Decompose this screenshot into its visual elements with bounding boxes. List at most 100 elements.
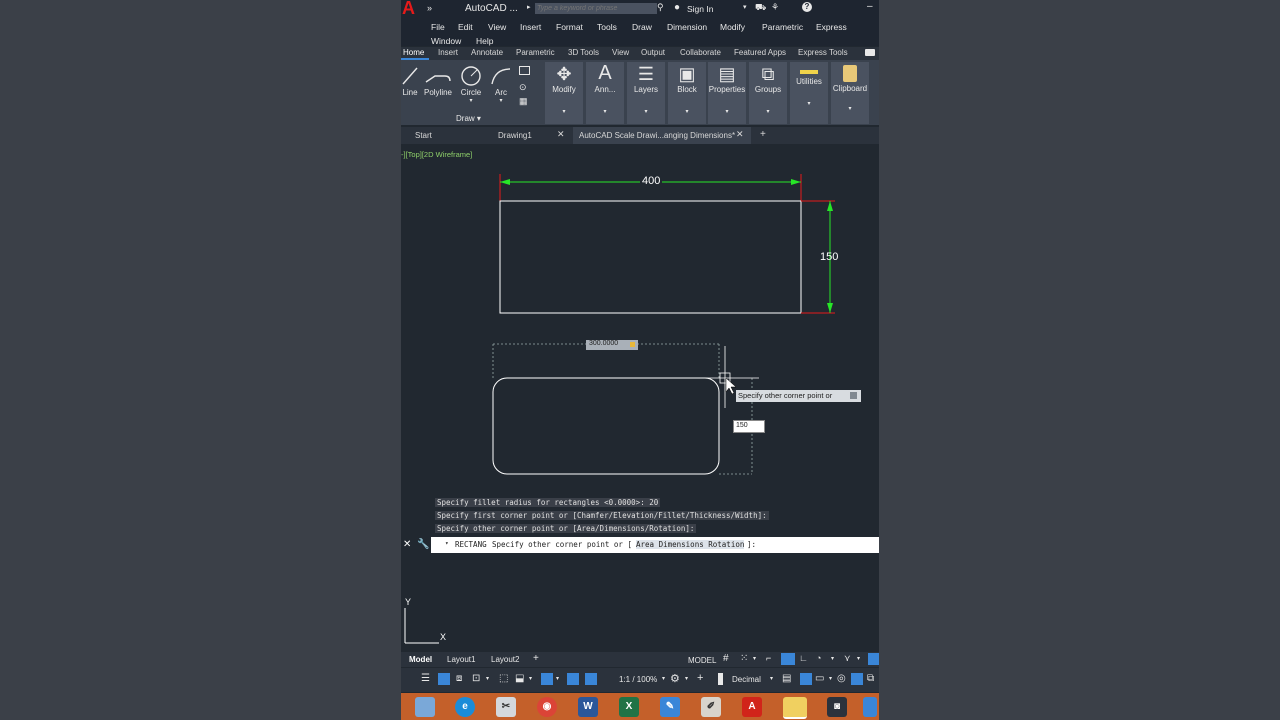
scale-dropdown-icon[interactable]: ▾ [662,675,665,682]
new-tab-icon[interactable]: + [760,129,766,140]
osnap-dropdown-icon[interactable]: ▾ [486,675,489,682]
snap-dropdown-icon[interactable]: ▾ [753,655,756,662]
tab-express-tools[interactable]: Express Tools [798,48,848,57]
excel-icon[interactable]: X [619,697,639,717]
grid-display-icon[interactable] [438,673,450,685]
close-command-line-icon[interactable]: ✕ [403,539,411,550]
polar-icon[interactable]: ◔ [816,653,821,663]
menu-view[interactable]: View [488,22,506,32]
dynamic-ucs-icon[interactable]: ⬚ [499,673,508,684]
isolate-dropdown-icon[interactable]: ▾ [829,675,832,682]
tab-collaborate[interactable]: Collaborate [680,48,721,57]
properties-panel[interactable]: ▤ Properties ▾ [708,62,746,124]
file-tab-start[interactable]: Start [415,131,432,140]
hardware-accel-icon[interactable]: ◎ [837,673,846,684]
line-tool[interactable]: Line [401,66,419,97]
minimize-icon[interactable]: – [867,1,873,12]
polyline-tool[interactable]: Polyline [423,66,453,97]
customization-icon[interactable]: ⧉ [867,673,874,684]
share-icon[interactable]: ⚘ [771,2,779,13]
rectangle-icon[interactable] [519,66,530,75]
command-line-input[interactable]: ▾ RECTANG Specify other corner point or … [431,537,879,553]
dynamic-y-input[interactable]: 150 [733,420,765,433]
ribbon-toggle-icon[interactable] [865,49,875,56]
tab-layout1[interactable]: Layout1 [447,655,475,664]
3d-osnap-icon[interactable]: ⊡ [472,673,480,684]
tab-featured-apps[interactable]: Featured Apps [734,48,786,57]
units-dropdown[interactable]: Decimal [732,675,761,684]
workspace-dropdown-icon[interactable]: ▾ [685,675,688,682]
ortho-icon[interactable]: ∟ [799,653,808,663]
snap-icon[interactable]: ⁙ [740,653,748,664]
menu-parametric[interactable]: Parametric [762,22,803,32]
menu-express[interactable]: Express [816,22,847,32]
menu-edit[interactable]: Edit [458,22,473,32]
close-icon[interactable]: ✕ [557,129,565,140]
quick-properties-icon[interactable]: ▤ [782,673,791,684]
gizmo-dropdown-icon[interactable]: ▾ [556,675,559,682]
dropdown-icon[interactable]: ▾ [743,3,747,11]
photo-editor-icon[interactable]: ✎ [660,697,680,717]
circle-dropdown-icon[interactable]: ▾ [458,97,484,104]
chrome-icon[interactable]: ◉ [537,697,557,717]
menu-icon[interactable]: ☰ [421,673,430,684]
polar-dropdown-icon[interactable]: ▾ [831,655,834,662]
annotation-scale-button[interactable]: 1:1 / 100% [619,675,657,684]
autoscale-icon[interactable] [585,673,597,685]
clean-screen-icon[interactable] [851,673,863,685]
units-icon[interactable] [718,673,723,685]
cart-icon[interactable]: ⛟ [755,2,766,14]
hatch-icon[interactable]: ⊙ [519,82,527,93]
dynamic-x-input[interactable]: 300.0000 [586,340,638,350]
tab-model[interactable]: Model [409,655,432,664]
model-space-button[interactable]: MODEL [688,656,716,665]
options-arrow-icon[interactable] [850,392,857,399]
search-input[interactable] [535,3,657,14]
acrobat-icon[interactable]: A [742,697,762,717]
file-explorer-icon[interactable] [783,697,807,719]
lock-ui-icon[interactable] [800,673,812,685]
edge-icon[interactable]: e [455,697,475,717]
camera-app-icon[interactable]: ◙ [827,697,847,717]
menu-file[interactable]: File [431,22,445,32]
selection-filter-icon[interactable]: ⬓ [515,673,524,684]
tab-annotate[interactable]: Annotate [471,48,503,57]
filter-dropdown-icon[interactable]: ▾ [529,675,532,682]
file-tab-active[interactable]: AutoCAD Scale Drawi...anging Dimensions*… [573,127,751,144]
workspace-gear-icon[interactable]: ⚙ [670,672,680,685]
tab-output[interactable]: Output [641,48,665,57]
arc-dropdown-icon[interactable]: ▾ [489,97,513,104]
gizmo-icon[interactable] [541,673,553,685]
dynamic-input-icon[interactable] [781,653,795,665]
circle-tool[interactable]: Circle ▾ [458,66,484,104]
tab-insert[interactable]: Insert [438,48,458,57]
tab-parametric[interactable]: Parametric [516,48,555,57]
tab-view[interactable]: View [612,48,629,57]
brush-app-icon[interactable]: ✐ [701,697,721,717]
command-options[interactable]: Area Dimensions Rotation [636,540,745,549]
layers-panel[interactable]: ☰ Layers ▾ [627,62,665,124]
snipping-tool-icon[interactable]: ✂ [496,697,516,717]
grid-icon[interactable]: # [723,653,729,664]
notepad-icon[interactable] [415,697,435,717]
infer-icon[interactable]: ⌐ [766,653,771,663]
menu-draw[interactable]: Draw [632,22,652,32]
arc-tool[interactable]: Arc ▾ [489,66,513,104]
object-snap-icon[interactable] [868,653,879,665]
quick-access-chevron-icon[interactable]: » [427,3,432,13]
customize-wrench-icon[interactable]: 🔧 [417,539,429,550]
menu-format[interactable]: Format [556,22,583,32]
drawing-canvas[interactable]: -][Top][2D Wireframe] 400 150 300.0000 S… [401,146,879,651]
utilities-panel[interactable]: Utilities ▾ [790,62,828,124]
isolate-icon[interactable]: ▭ [815,673,824,684]
annotation-monitor-icon[interactable]: + [697,672,703,684]
isodraft-icon[interactable]: ⋎ [844,653,851,664]
tab-layout2[interactable]: Layout2 [491,655,519,664]
menu-window[interactable]: Window [431,36,461,46]
tab-home[interactable]: Home [403,48,424,57]
word-icon[interactable]: W [578,697,598,717]
clipboard-panel[interactable]: Clipboard ▾ [831,62,869,124]
modify-panel[interactable]: ✥ Modify ▾ [545,62,583,124]
menu-dimension[interactable]: Dimension [667,22,707,32]
units-dropdown-icon[interactable]: ▾ [770,675,773,682]
